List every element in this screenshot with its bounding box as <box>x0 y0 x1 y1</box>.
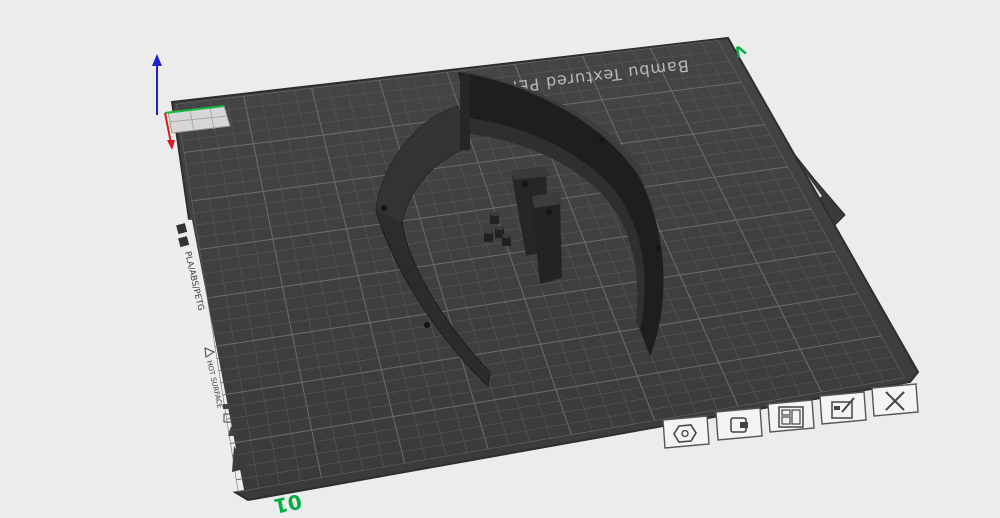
3d-viewport[interactable]: Bambu Textured PEI Plate V PLA/ABS/PETG … <box>0 0 1000 518</box>
auto-orient-button[interactable] <box>662 415 710 449</box>
remove-plate-button[interactable] <box>871 383 919 417</box>
arrange-plate-button[interactable] <box>767 399 815 433</box>
plate-settings-button[interactable] <box>819 391 867 425</box>
x-axis-arrow-icon <box>167 140 175 150</box>
lock-plate-button[interactable] <box>715 407 763 441</box>
z-axis-arrow-icon <box>152 54 162 66</box>
